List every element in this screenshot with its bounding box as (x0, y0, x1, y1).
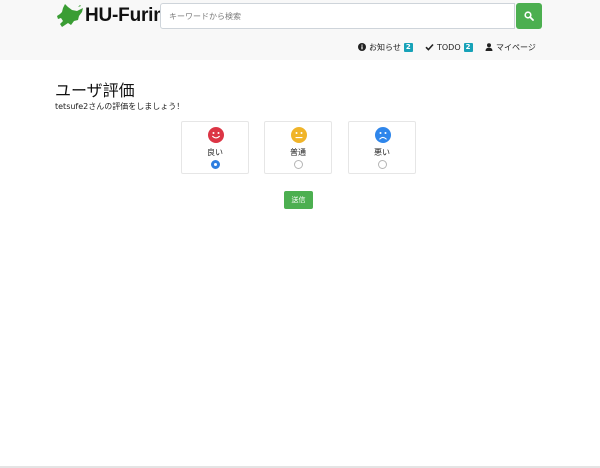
rating-option-neutral-label: 普通 (290, 148, 306, 157)
nav-notifications[interactable]: お知らせ 2 (358, 42, 413, 53)
nav-mypage-label: マイページ (496, 42, 536, 52)
rating-radio-neutral[interactable] (294, 160, 303, 169)
rating-option-neutral[interactable]: 普通 (264, 121, 332, 174)
submit-button[interactable]: 送信 (284, 191, 313, 209)
search-input[interactable] (160, 3, 515, 29)
nav-todo[interactable]: TODO 2 (425, 42, 473, 52)
search-icon (524, 11, 534, 21)
check-icon (425, 43, 434, 51)
neutral-face-icon (291, 127, 307, 143)
rating-option-good[interactable]: 良い (181, 121, 249, 174)
rating-option-bad-label: 悪い (374, 148, 390, 157)
rating-option-good-label: 良い (207, 148, 223, 157)
page-title: ユーザ評価 (55, 81, 135, 100)
nav-mypage[interactable]: マイページ (485, 42, 536, 53)
site-header: HU-Furima お知らせ 2 (0, 0, 600, 60)
nav-todo-label: TODO (437, 42, 461, 52)
info-circle-icon (358, 43, 366, 51)
smiling-face-icon (208, 127, 224, 143)
todo-badge: 2 (463, 42, 473, 52)
nav-notifications-label: お知らせ (369, 42, 401, 52)
rating-option-bad[interactable]: 悪い (348, 121, 416, 174)
hokkaido-logo-icon (57, 4, 83, 27)
frowning-face-icon (375, 127, 391, 143)
rating-radio-bad[interactable] (378, 160, 387, 169)
rating-radio-good[interactable] (211, 160, 220, 169)
notifications-badge: 2 (403, 42, 413, 52)
rating-instruction: tetsufe2さんの評価をしましょう！ (55, 102, 185, 111)
search-button[interactable] (516, 3, 542, 29)
user-icon (485, 43, 493, 51)
